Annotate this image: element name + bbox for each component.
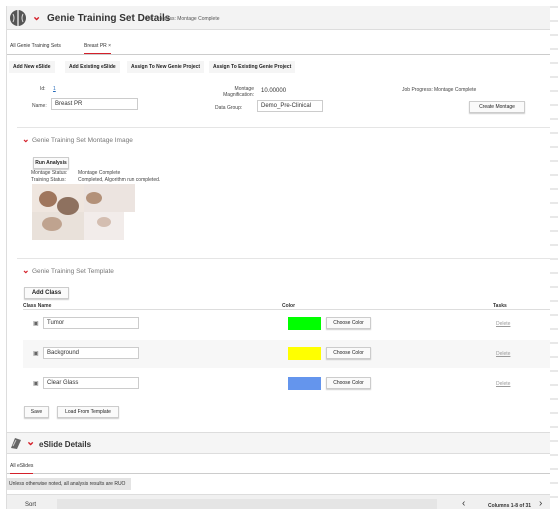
name-input[interactable]: Breast PR bbox=[51, 98, 138, 110]
delete-link[interactable]: Delete bbox=[496, 321, 510, 327]
magnification-label: Montage Magnification: bbox=[223, 86, 254, 98]
delete-link[interactable]: Delete bbox=[496, 351, 510, 357]
grid-toolbar: Sort ‹ Columns 1-8 of 31 › bbox=[7, 494, 551, 509]
class-name-input[interactable]: Clear Glass bbox=[43, 377, 139, 389]
class-name-input[interactable]: Tumor bbox=[43, 317, 139, 329]
table-row: ▣ Clear Glass Choose Color Delete bbox=[23, 370, 551, 398]
eslide-heading: eSlide Details bbox=[39, 440, 92, 449]
column-count: Columns 1-8 of 31 bbox=[488, 503, 532, 509]
tab-all-eslides[interactable]: All eSlides bbox=[10, 463, 34, 474]
job-progress-value: Montage Complete bbox=[434, 87, 477, 93]
row-checkbox[interactable]: ▣ bbox=[33, 320, 39, 327]
assign-existing-project-button[interactable]: Assign To Existing Genie Project bbox=[209, 61, 296, 73]
montage-collapse-icon[interactable]: ⌄ bbox=[22, 134, 30, 145]
next-page-icon[interactable]: › bbox=[539, 498, 542, 509]
col-tasks: Tasks bbox=[493, 303, 507, 309]
template-heading: Genie Training Set Template bbox=[32, 268, 114, 275]
assign-new-project-button[interactable]: Assign To New Genie Project bbox=[127, 61, 205, 73]
montage-heading: Genie Training Set Montage Image bbox=[32, 137, 133, 144]
eslide-collapse-icon[interactable]: ⌄ bbox=[26, 435, 35, 448]
slide-icon bbox=[11, 438, 21, 449]
id-value[interactable]: 1 bbox=[53, 86, 56, 92]
column-header-strip bbox=[57, 499, 437, 509]
table-row: ▣ Background Choose Color Delete bbox=[23, 340, 551, 368]
montage-status-value: Montage Complete bbox=[78, 170, 121, 176]
delete-link[interactable]: Delete bbox=[496, 381, 510, 387]
data-group-label: Data Group: bbox=[215, 105, 243, 111]
tab-all-training-sets[interactable]: All Genie Training Sets bbox=[10, 43, 61, 49]
training-status-value: Completed, Algorithm run completed. bbox=[78, 177, 161, 183]
page-header: ⌄ Genie Training Set Details Job Progres… bbox=[7, 6, 551, 30]
choose-color-button[interactable]: Choose Color bbox=[326, 377, 371, 389]
class-table-header: Class Name Color Tasks bbox=[23, 303, 551, 310]
sort-button[interactable]: Sort bbox=[25, 502, 36, 508]
magnification-value: 10.00000 bbox=[261, 88, 287, 94]
class-color-swatch bbox=[288, 377, 321, 390]
row-checkbox[interactable]: ▣ bbox=[33, 350, 39, 357]
montage-thumbnail[interactable] bbox=[32, 184, 135, 240]
row-checkbox[interactable]: ▣ bbox=[33, 380, 39, 387]
collapse-chevron-icon[interactable]: ⌄ bbox=[32, 10, 41, 23]
torn-edge bbox=[550, 0, 558, 509]
col-class-name: Class Name bbox=[23, 303, 52, 309]
run-analysis-button[interactable]: Run Analysis bbox=[33, 157, 69, 169]
id-label: Id: bbox=[40, 86, 46, 92]
eslide-header: ⌄ eSlide Details bbox=[7, 432, 551, 454]
choose-color-button[interactable]: Choose Color bbox=[326, 317, 371, 329]
name-label: Name: bbox=[32, 103, 47, 109]
ruo-notice: Unless otherwise noted, all analysis res… bbox=[7, 478, 131, 490]
eslide-tab-bar: All eSlides bbox=[7, 458, 551, 474]
training-status-label: Training Status: bbox=[31, 177, 66, 183]
job-progress-header: Job Progress: Montage Complete bbox=[145, 16, 220, 22]
class-color-swatch bbox=[288, 347, 321, 360]
class-name-input[interactable]: Background bbox=[43, 347, 139, 359]
divider bbox=[17, 127, 551, 128]
page-frame: ⌄ Genie Training Set Details Job Progres… bbox=[6, 6, 551, 509]
save-button[interactable]: Save bbox=[24, 406, 49, 418]
tab-bar: All Genie Training Sets Breast PR × bbox=[7, 37, 551, 55]
template-collapse-icon[interactable]: ⌄ bbox=[22, 265, 30, 276]
add-class-button[interactable]: Add Class bbox=[24, 287, 69, 299]
prev-page-icon[interactable]: ‹ bbox=[462, 498, 465, 509]
tab-breast-pr[interactable]: Breast PR × bbox=[84, 43, 112, 54]
genie-logo-icon bbox=[10, 10, 26, 26]
create-montage-button[interactable]: Create Montage bbox=[469, 101, 525, 113]
add-new-eslide-button[interactable]: Add New eSlide bbox=[9, 61, 55, 73]
job-progress-label: Job Progress: bbox=[402, 87, 433, 93]
class-color-swatch bbox=[288, 317, 321, 330]
montage-status-label: Montage Status: bbox=[31, 170, 68, 176]
table-row: ▣ Tumor Choose Color Delete bbox=[23, 311, 551, 339]
choose-color-button[interactable]: Choose Color bbox=[326, 347, 371, 359]
col-color: Color bbox=[282, 303, 296, 309]
load-from-template-button[interactable]: Load From Template bbox=[57, 406, 119, 418]
divider bbox=[17, 258, 551, 259]
add-existing-eslide-button[interactable]: Add Existing eSlide bbox=[65, 61, 120, 73]
data-group-input[interactable]: Demo_Pre-Clinical bbox=[257, 100, 323, 112]
